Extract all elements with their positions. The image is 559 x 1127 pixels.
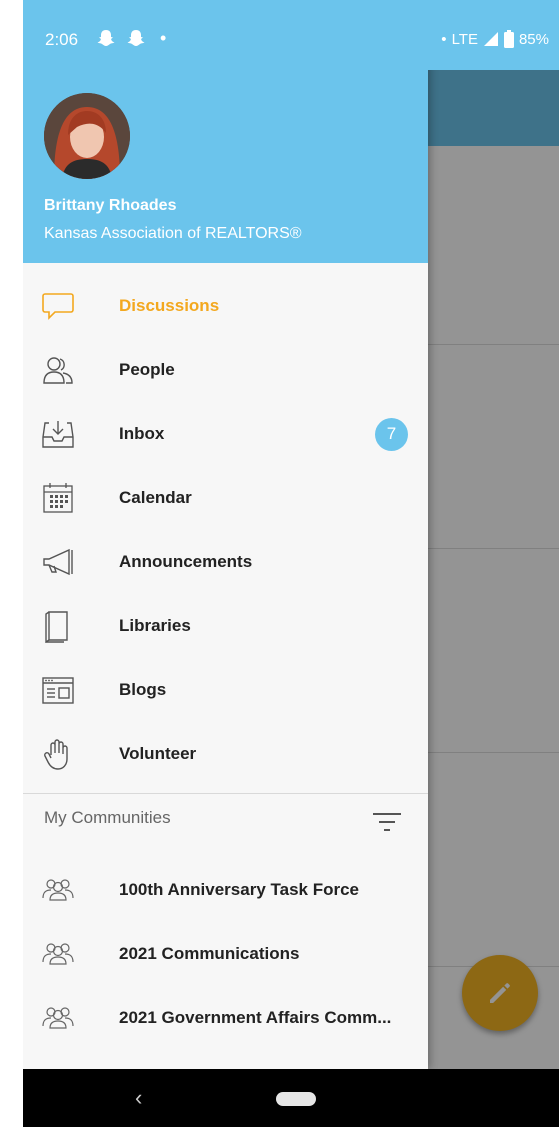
snapchat-icon	[97, 30, 115, 46]
back-icon[interactable]: ‹	[135, 1085, 142, 1111]
menu-item-volunteer[interactable]: Volunteer	[23, 722, 428, 786]
community-label: 2021 Government Affairs Comm...	[119, 1008, 392, 1027]
community-label: 100th Anniversary Task Force	[119, 880, 360, 899]
phone-screen: 21 2:06 • • LTE 85%	[23, 0, 559, 1127]
menu-item-label: Announcements	[119, 552, 253, 571]
drawer-menu: Discussions People Inbox 7 Calendar Anno…	[23, 274, 428, 786]
battery-level: 85%	[518, 30, 549, 48]
menu-item-calendar[interactable]: Calendar	[23, 466, 428, 530]
hand-icon	[41, 737, 75, 771]
avatar[interactable]	[44, 93, 130, 179]
menu-item-label: People	[119, 360, 175, 379]
user-organization: Kansas Association of REALTORS®	[44, 225, 302, 242]
menu-item-label: Discussions	[119, 296, 220, 315]
battery-icon	[503, 30, 514, 48]
divider	[23, 793, 428, 794]
community-item[interactable]: 100th Anniversary Task Force	[23, 858, 428, 922]
menu-item-blogs[interactable]: Blogs	[23, 658, 428, 722]
group-icon	[42, 943, 74, 965]
group-icon	[42, 879, 74, 901]
people-icon	[41, 353, 75, 387]
communities-header: My Communities	[23, 796, 428, 842]
system-navigation-bar: ‹	[23, 1069, 559, 1127]
community-item[interactable]: 2021 Government Affairs Comm...	[23, 986, 428, 1050]
menu-item-label: Inbox	[119, 424, 165, 443]
blog-icon	[41, 673, 75, 707]
community-label: 2021 Communications	[119, 944, 300, 963]
community-item[interactable]: 2021 Communications	[23, 922, 428, 986]
snapchat-icon	[127, 30, 145, 46]
inbox-count-badge: 7	[375, 417, 408, 451]
profile-photo	[44, 93, 130, 179]
communities-title: My Communities	[44, 808, 171, 827]
home-pill[interactable]	[276, 1092, 316, 1106]
library-icon	[41, 609, 75, 643]
menu-item-label: Blogs	[119, 680, 167, 699]
calendar-icon	[41, 481, 75, 515]
navigation-drawer: Brittany Rhoades Kansas Association of R…	[23, 0, 428, 1069]
notification-dot-icon: •	[160, 28, 167, 48]
signal-icon	[483, 32, 498, 46]
menu-item-people[interactable]: People	[23, 338, 428, 402]
menu-item-inbox[interactable]: Inbox 7	[23, 402, 428, 466]
status-time: 2:06	[45, 30, 79, 49]
group-icon	[42, 1007, 74, 1029]
menu-item-label: Volunteer	[119, 744, 197, 763]
menu-item-label: Calendar	[119, 488, 192, 507]
menu-item-label: Libraries	[119, 616, 191, 635]
chat-bubble-icon	[41, 289, 75, 323]
status-right: • LTE 85%	[441, 30, 549, 48]
notification-dot-icon: •	[441, 30, 447, 48]
menu-item-discussions[interactable]: Discussions	[23, 274, 428, 338]
drawer-header: Brittany Rhoades Kansas Association of R…	[23, 70, 428, 263]
megaphone-icon	[41, 545, 75, 579]
filter-icon[interactable]	[372, 810, 402, 834]
menu-item-libraries[interactable]: Libraries	[23, 594, 428, 658]
status-bar: 2:06 • • LTE 85%	[23, 0, 559, 70]
user-name: Brittany Rhoades	[44, 197, 177, 214]
inbox-icon	[41, 417, 75, 451]
menu-item-announcements[interactable]: Announcements	[23, 530, 428, 594]
communities-list: 100th Anniversary Task Force 2021 Commun…	[23, 858, 428, 1050]
network-type: LTE	[451, 30, 478, 48]
